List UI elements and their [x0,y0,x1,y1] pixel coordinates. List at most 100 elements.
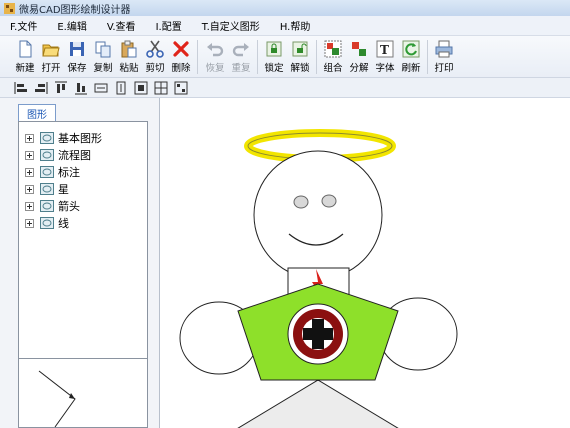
robot-drawing[interactable] [161,98,570,428]
copy-button-label: 复制 [93,63,113,74]
group-shapes-icon [324,40,342,58]
menu-edit[interactable]: E.编辑 [57,18,87,33]
tree-item-label: 星 [58,183,69,196]
tab-shapes[interactable]: 图形 [18,104,56,121]
unlock-button-label: 解锁 [290,63,310,74]
align-right-button[interactable] [34,81,48,95]
center-horizontal-button[interactable] [134,81,148,95]
undo-button-label: 恢复 [205,63,225,74]
tree-item-line[interactable]: 线 [25,215,69,231]
center-vertical-icon [154,81,168,95]
new-button-label: 新建 [15,63,35,74]
print-button[interactable]: 打印 [431,39,457,77]
window-title: 微易CAD图形绘制设计器 [19,4,131,16]
paste-clipboard-icon [121,40,137,58]
tree-item-label: 基本图形 [58,132,102,145]
main-toolbar: 新建 打开 保存 复制 粘贴 剪切 删除 恢复 重复 锁定 解锁 组合 分解 T… [0,36,570,78]
distribute-button[interactable] [174,81,188,95]
same-width-button[interactable] [94,81,108,95]
undo-button[interactable]: 恢复 [202,39,228,77]
copy-button[interactable]: 复制 [90,39,116,77]
delete-button-label: 删除 [171,63,191,74]
undo-arrow-icon [207,43,224,57]
refresh-button[interactable]: 刷新 [398,39,424,77]
font-button[interactable]: T 字体 [372,39,398,77]
toolbar-separator [427,40,428,74]
redo-button[interactable]: 重复 [228,39,254,77]
align-left-button[interactable] [14,81,28,95]
cut-button[interactable]: 剪切 [142,39,168,77]
ungroup-button[interactable]: 分解 [346,39,372,77]
group-button[interactable]: 组合 [320,39,346,77]
toolbar-separator [316,40,317,74]
menu-file[interactable]: F.文件 [10,18,37,33]
shape-tree: 基本图形 流程图 标注 星 箭头 线 [18,121,148,361]
shape-library-icon [40,149,54,161]
expand-icon[interactable] [25,133,34,143]
menu-help[interactable]: H.帮助 [280,18,311,33]
save-button-label: 保存 [67,63,87,74]
paste-button-label: 粘贴 [119,63,139,74]
new-file-icon [19,40,32,58]
right-eye[interactable] [321,194,337,208]
expand-icon[interactable] [25,201,34,211]
shape-library-icon [40,217,54,229]
expand-icon[interactable] [25,218,34,228]
same-height-button[interactable] [114,81,128,95]
svg-text:T: T [380,43,389,57]
shape-library-icon [40,132,54,144]
unlock-icon [292,41,308,57]
menu-view[interactable]: V.查看 [107,18,136,33]
expand-icon[interactable] [25,167,34,177]
open-folder-icon [42,44,60,57]
same-width-icon [94,83,108,93]
font-button-label: 字体 [375,63,395,74]
text-font-icon: T [376,40,394,58]
tree-item-label: 箭头 [58,200,80,213]
lock-button[interactable]: 锁定 [261,39,287,77]
tree-item-flowchart[interactable]: 流程图 [25,147,91,163]
center-vertical-button[interactable] [154,81,168,95]
align-top-icon [55,81,67,93]
legs-triangle[interactable] [235,379,401,428]
save-button[interactable]: 保存 [64,39,90,77]
delete-button[interactable]: 删除 [168,39,194,77]
expand-icon[interactable] [25,184,34,194]
shape-library-icon [40,166,54,178]
head-circle[interactable] [253,150,383,280]
tree-item-star[interactable]: 星 [25,181,69,197]
refresh-icon [402,40,420,58]
redo-arrow-icon [232,43,249,57]
expand-icon[interactable] [25,150,34,160]
shape-library-icon [40,200,54,212]
align-right-icon [35,82,48,94]
shape-preview [18,358,148,428]
lock-button-label: 锁定 [264,63,284,74]
align-top-button[interactable] [54,81,68,95]
title-bar: 微易CAD图形绘制设计器 [0,0,570,16]
drawing-canvas[interactable] [161,98,570,428]
open-button[interactable]: 打开 [38,39,64,77]
new-button[interactable]: 新建 [12,39,38,77]
menu-config[interactable]: I.配置 [156,18,182,33]
alignment-toolbar [0,78,570,98]
save-disk-icon [70,42,84,56]
shape-library-icon [40,183,54,195]
align-left-icon [14,82,27,94]
left-eye[interactable] [293,195,309,209]
tree-item-arrow[interactable]: 箭头 [25,198,80,214]
tree-item-annotation[interactable]: 标注 [25,164,80,180]
ungroup-button-label: 分解 [349,63,369,74]
app-icon [4,2,15,14]
group-button-label: 组合 [323,63,343,74]
toolbar-separator [197,40,198,74]
menu-bar: F.文件 E.编辑 V.查看 I.配置 T.自定义图形 H.帮助 [0,16,570,36]
paste-button[interactable]: 粘贴 [116,39,142,77]
unlock-button[interactable]: 解锁 [287,39,313,77]
align-bottom-button[interactable] [74,81,88,95]
toolbar-separator [257,40,258,74]
menu-custom-shapes[interactable]: T.自定义图形 [202,18,260,33]
tree-item-basic-shapes[interactable]: 基本图形 [25,130,102,146]
distribute-icon [174,81,188,95]
preview-arrow-shape [38,370,76,428]
